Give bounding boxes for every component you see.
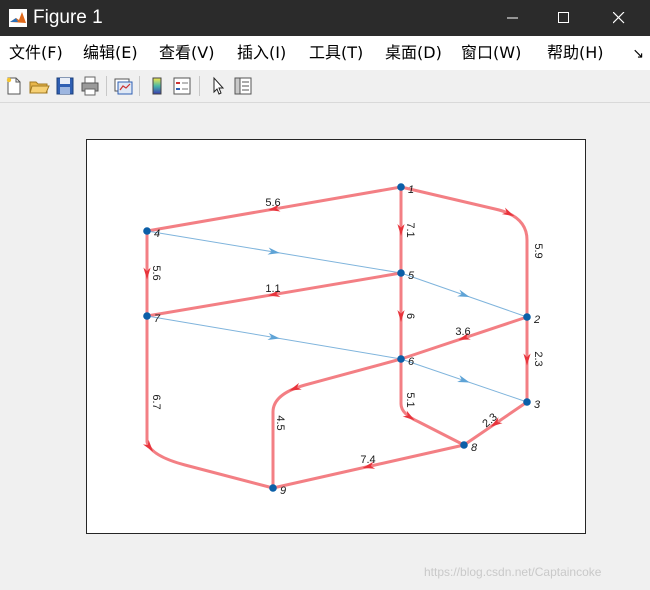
edge-arrow-7-6 — [267, 332, 280, 341]
edge-weight-label: 6.7 — [150, 394, 162, 409]
menu-insert[interactable]: 插入(I) — [237, 43, 286, 63]
node-label: 3 — [534, 399, 541, 411]
maximize-button[interactable] — [541, 0, 587, 36]
window-titlebar: Figure 1 — [0, 0, 650, 36]
edge-weight-label: 4.5 — [274, 415, 286, 430]
menu-edit[interactable]: 编辑(E) — [83, 43, 138, 63]
edge-weight-label: 1.1 — [265, 283, 280, 295]
toolbar-separator — [139, 76, 140, 96]
open-file-icon[interactable] — [28, 75, 50, 97]
graph-node-4 — [143, 227, 151, 235]
close-icon — [613, 12, 625, 24]
edge-weight-label: 5.9 — [532, 243, 544, 258]
edge-weight-label: 2.3 — [480, 411, 499, 430]
pointer-icon[interactable] — [207, 75, 229, 97]
graph-node-7 — [143, 312, 151, 320]
node-label: 4 — [154, 228, 160, 240]
insert-legend-icon[interactable] — [171, 75, 193, 97]
edge-weight-label: 5.1 — [404, 392, 416, 407]
edge-weight-label: 2.3 — [532, 351, 544, 366]
insert-colorbar-icon[interactable] — [146, 75, 168, 97]
figure-toolbar — [0, 70, 650, 103]
graph-node-3 — [523, 398, 531, 406]
menu-window[interactable]: 窗口(W) — [461, 43, 521, 63]
node-label: 9 — [280, 485, 286, 497]
menu-tools[interactable]: 工具(T) — [309, 43, 363, 63]
graph-node-5 — [397, 269, 405, 277]
edge-arrow-6-9 — [289, 382, 302, 391]
close-button[interactable] — [596, 0, 642, 36]
matlab-icon — [9, 9, 27, 27]
edge-arrow-5-2 — [457, 289, 470, 297]
minimize-icon — [507, 17, 518, 19]
menu-help[interactable]: 帮助(H) — [547, 43, 604, 63]
graph-edge-7-9 — [145, 316, 274, 490]
node-label: 2 — [533, 314, 540, 326]
node-label: 5 — [408, 270, 415, 282]
menu-view[interactable]: 查看(V) — [159, 43, 214, 63]
graph-node-6 — [397, 355, 405, 363]
node-label: 7 — [154, 313, 161, 325]
watermark-text: https://blog.csdn.net/Captaincoke — [424, 565, 602, 579]
edge-arrow-6-3 — [457, 375, 470, 383]
new-figure-icon[interactable] — [3, 75, 25, 97]
graph-node-1 — [397, 183, 405, 191]
graph-edge-6-9 — [271, 357, 402, 488]
edge-weight-label: 3.6 — [455, 326, 470, 338]
node-label: 1 — [408, 184, 414, 196]
axes[interactable]: 5.6 5.9 7.1 5.6 1.1 6 3.6 2.3 6.7 4.5 5.1 2.3 7.4 1 2 3… — [86, 139, 586, 534]
graph-node-8 — [460, 441, 468, 449]
toolbar-separator — [199, 76, 200, 96]
link-plot-icon[interactable] — [112, 75, 134, 97]
maximize-icon — [558, 12, 569, 23]
toolbar-separator — [106, 76, 107, 96]
save-icon[interactable] — [54, 75, 76, 97]
print-icon[interactable] — [79, 75, 101, 97]
menu-desktop[interactable]: 桌面(D) — [385, 43, 442, 63]
edge-weight-label: 7.4 — [360, 454, 375, 466]
node-label: 6 — [408, 356, 415, 368]
node-label: 8 — [471, 442, 478, 454]
menu-file[interactable]: 文件(F) — [9, 43, 63, 63]
menu-overflow-icon[interactable]: ↘ — [632, 45, 644, 62]
edge-weight-label: 6 — [404, 313, 416, 319]
edge-arrow-4-5 — [267, 247, 280, 255]
graph-edge-1-2 — [400, 185, 529, 317]
minimize-button[interactable] — [490, 0, 536, 36]
edge-weight-label: 5.6 — [265, 197, 280, 209]
graph-plot: 5.6 5.9 7.1 5.6 1.1 6 3.6 2.3 6.7 4.5 5.1 2.3 7.4 1 2 3… — [142, 183, 544, 497]
graph-node-2 — [523, 313, 531, 321]
graph-node-9 — [269, 484, 277, 492]
window-title: Figure 1 — [33, 7, 103, 28]
edge-weight-label: 5.6 — [150, 265, 162, 280]
property-inspector-icon[interactable] — [232, 75, 254, 97]
edge-weight-label: 7.1 — [404, 222, 416, 237]
menu-bar: 文件(F) 编辑(E) 查看(V) 插入(I) 工具(T) 桌面(D) 窗口(W… — [0, 36, 650, 70]
